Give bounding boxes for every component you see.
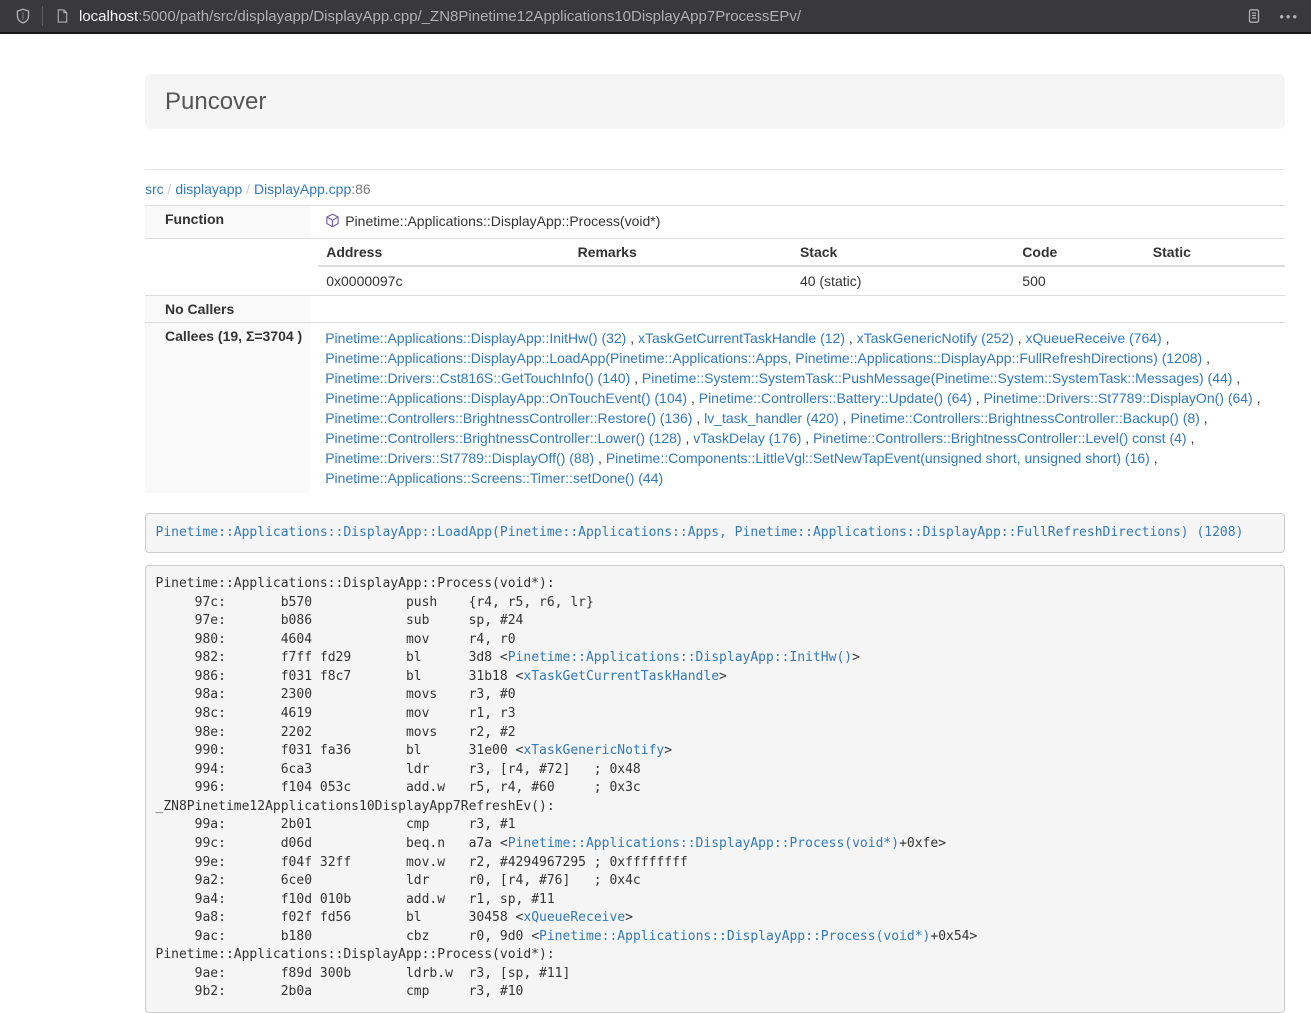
browser-url-bar[interactable]: localhost:5000/path/src/displayapp/Displ… bbox=[0, 0, 1311, 34]
callee-link[interactable]: Pinetime::Applications::DisplayApp::Init… bbox=[325, 330, 626, 346]
function-label: Function bbox=[145, 206, 310, 239]
callee-link[interactable]: lv_task_handler (420) bbox=[704, 410, 839, 426]
urlbar-divider bbox=[42, 6, 43, 26]
menu-dots-icon[interactable]: ••• bbox=[1279, 9, 1299, 24]
callee-link[interactable]: xQueueReceive (764) bbox=[1026, 330, 1162, 346]
metrics-header-row: Address Remarks Stack Code Static bbox=[318, 239, 1285, 266]
url-path: :5000/path/src/displayapp/DisplayApp.cpp… bbox=[138, 8, 801, 25]
metrics-value-row: 0x0000097c 40 (static) 500 bbox=[318, 266, 1285, 295]
col-code: Code bbox=[1014, 239, 1145, 266]
callee-link[interactable]: Pinetime::Applications::DisplayApp::OnTo… bbox=[325, 390, 687, 406]
breadcrumb: src / displayapp / DisplayApp.cpp:86 bbox=[145, 181, 1285, 197]
callees-list: Pinetime::Applications::DisplayApp::Init… bbox=[310, 323, 1285, 494]
symbol-link[interactable]: Pinetime::Applications::DisplayApp::Proc… bbox=[539, 929, 930, 944]
page-container: Puncover src / displayapp / DisplayApp.c… bbox=[145, 74, 1285, 1013]
callee-link[interactable]: Pinetime::Drivers::Cst816S::GetTouchInfo… bbox=[325, 370, 630, 386]
function-row: Function Pinetime::Applications::Display… bbox=[145, 206, 1285, 239]
shield-icon[interactable] bbox=[12, 5, 34, 27]
callee-link[interactable]: xTaskGenericNotify (252) bbox=[857, 330, 1014, 346]
callee-link[interactable]: Pinetime::Drivers::St7789::DisplayOn() (… bbox=[984, 390, 1253, 406]
page-icon[interactable] bbox=[51, 5, 73, 27]
callers-cell bbox=[310, 296, 1285, 323]
callee-link[interactable]: Pinetime::Applications::DisplayApp::Load… bbox=[325, 350, 1202, 366]
callee-separator: , bbox=[1202, 350, 1210, 366]
col-address: Address bbox=[318, 239, 569, 266]
callee-separator: , bbox=[839, 410, 851, 426]
breadcrumb-separator: / bbox=[242, 181, 254, 197]
url-host: localhost bbox=[79, 8, 138, 25]
callee-link[interactable]: Pinetime::Components::LittleVgl::SetNewT… bbox=[606, 450, 1150, 466]
callers-label: No Callers bbox=[145, 296, 310, 323]
callee-separator: , bbox=[1200, 410, 1208, 426]
highlighted-symbol-box: Pinetime::Applications::DisplayApp::Load… bbox=[145, 513, 1285, 553]
callee-separator: , bbox=[682, 430, 694, 446]
symbol-link[interactable]: xTaskGetCurrentTaskHandle bbox=[523, 669, 719, 684]
metrics-row-spacer bbox=[145, 239, 310, 296]
url-text[interactable]: localhost:5000/path/src/displayapp/Displ… bbox=[79, 8, 1243, 25]
callee-link[interactable]: Pinetime::Controllers::BrightnessControl… bbox=[850, 410, 1199, 426]
callee-separator: , bbox=[801, 430, 813, 446]
value-stack: 40 (static) bbox=[792, 266, 1014, 295]
callee-link[interactable]: xTaskGetCurrentTaskHandle (12) bbox=[638, 330, 845, 346]
callee-separator: , bbox=[1187, 430, 1195, 446]
breadcrumb-link-displayapp[interactable]: displayapp bbox=[175, 181, 242, 197]
callee-separator: , bbox=[1150, 450, 1158, 466]
callee-separator: , bbox=[972, 390, 984, 406]
callers-row: No Callers bbox=[145, 296, 1285, 323]
callee-separator: , bbox=[687, 390, 699, 406]
metrics-cell: Address Remarks Stack Code Static 0x0000… bbox=[310, 239, 1285, 296]
callee-separator: , bbox=[1162, 330, 1170, 346]
col-stack: Stack bbox=[792, 239, 1014, 266]
symbol-table: Function Pinetime::Applications::Display… bbox=[145, 205, 1285, 493]
package-icon bbox=[325, 213, 340, 233]
value-static bbox=[1145, 266, 1285, 295]
symbol-link[interactable]: xTaskGenericNotify bbox=[523, 743, 664, 758]
metrics-table: Address Remarks Stack Code Static 0x0000… bbox=[318, 239, 1285, 295]
callee-separator: , bbox=[692, 410, 704, 426]
callee-separator: , bbox=[845, 330, 857, 346]
jumbotron: Puncover bbox=[145, 74, 1285, 129]
metrics-row: Address Remarks Stack Code Static 0x0000… bbox=[145, 239, 1285, 296]
callee-separator: , bbox=[630, 370, 642, 386]
callee-link[interactable]: Pinetime::Controllers::BrightnessControl… bbox=[813, 430, 1186, 446]
callee-link[interactable]: Pinetime::Applications::Screens::Timer::… bbox=[325, 470, 663, 486]
breadcrumb-separator: / bbox=[164, 181, 176, 197]
callees-label: Callees (19, Σ=3704 ) bbox=[145, 323, 310, 494]
symbol-link[interactable]: xQueueReceive bbox=[523, 910, 625, 925]
value-remarks bbox=[570, 266, 792, 295]
function-name-cell: Pinetime::Applications::DisplayApp::Proc… bbox=[310, 206, 1285, 239]
function-name: Pinetime::Applications::DisplayApp::Proc… bbox=[345, 213, 660, 229]
callee-link[interactable]: Pinetime::Controllers::Battery::Update()… bbox=[699, 390, 972, 406]
callee-separator: , bbox=[626, 330, 638, 346]
disassembly-listing: Pinetime::Applications::DisplayApp::Proc… bbox=[145, 565, 1285, 1013]
highlighted-symbol-link[interactable]: Pinetime::Applications::DisplayApp::Load… bbox=[156, 525, 1244, 540]
col-static: Static bbox=[1145, 239, 1285, 266]
breadcrumb-line-number: :86 bbox=[351, 181, 370, 197]
callee-link[interactable]: Pinetime::Drivers::St7789::DisplayOff() … bbox=[325, 450, 594, 466]
callee-separator: , bbox=[1232, 370, 1240, 386]
symbol-link[interactable]: Pinetime::Applications::DisplayApp::Init… bbox=[508, 650, 852, 665]
page-title: Puncover bbox=[165, 88, 1265, 115]
callee-link[interactable]: Pinetime::System::SystemTask::PushMessag… bbox=[642, 370, 1233, 386]
divider bbox=[145, 169, 1285, 170]
breadcrumb-link-src[interactable]: src bbox=[145, 181, 164, 197]
value-code: 500 bbox=[1014, 266, 1145, 295]
callee-separator: , bbox=[1253, 390, 1261, 406]
callee-link[interactable]: vTaskDelay (176) bbox=[693, 430, 801, 446]
value-address: 0x0000097c bbox=[318, 266, 569, 295]
col-remarks: Remarks bbox=[570, 239, 792, 266]
breadcrumb-link-file[interactable]: DisplayApp.cpp bbox=[254, 181, 351, 197]
callee-link[interactable]: Pinetime::Controllers::BrightnessControl… bbox=[325, 430, 681, 446]
reader-mode-icon[interactable] bbox=[1243, 5, 1265, 27]
symbol-link[interactable]: Pinetime::Applications::DisplayApp::Proc… bbox=[508, 836, 899, 851]
callee-separator: , bbox=[594, 450, 606, 466]
callee-link[interactable]: Pinetime::Controllers::BrightnessControl… bbox=[325, 410, 692, 426]
callee-separator: , bbox=[1014, 330, 1026, 346]
callees-row: Callees (19, Σ=3704 ) Pinetime::Applicat… bbox=[145, 323, 1285, 494]
